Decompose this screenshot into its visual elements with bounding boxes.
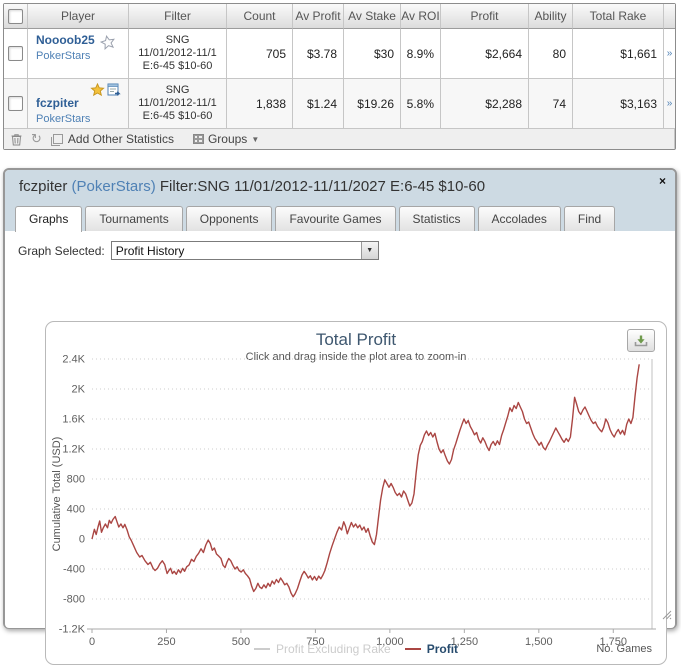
col-header-profit[interactable]: Profit (441, 4, 529, 29)
filter-cell: SNG 11/01/2012-11/1 E:6-45 $10-60 (129, 79, 227, 129)
add-statistics-icon (53, 134, 63, 144)
col-header-ability[interactable]: Ability (529, 4, 573, 29)
popup-tabs: Graphs Tournaments Opponents Favourite G… (5, 205, 675, 231)
legend-item-profit-excluding-rake[interactable]: Profit Excluding Rake (254, 642, 391, 656)
select-all-cell (4, 4, 28, 29)
delete-icon[interactable] (11, 133, 22, 146)
row2-checkbox[interactable] (8, 96, 23, 111)
tab-statistics[interactable]: Statistics (399, 206, 475, 231)
col-header-count[interactable]: Count (227, 4, 293, 29)
av-roi-cell: 8.9% (401, 29, 441, 79)
y-tick-label: -1.2K (59, 624, 86, 636)
table-footer: ↻ Add Other Statistics Groups ▼ (4, 129, 675, 149)
ability-cell: 74 (529, 79, 573, 129)
legend-label: Profit Excluding Rake (276, 642, 391, 656)
groups-icon (193, 134, 204, 144)
y-tick-label: 2K (72, 384, 86, 396)
col-header-av-stake[interactable]: Av Stake (344, 4, 401, 29)
tab-favourite-games[interactable]: Favourite Games (275, 206, 395, 231)
filter-cell: SNG 11/01/2012-11/1 E:6-45 $10-60 (129, 29, 227, 79)
chart-plot-area[interactable]: 2.4K2K1.6K1.2K8004000-400-800-1.2K025050… (46, 322, 666, 664)
profit-cell: $2,288 (441, 79, 529, 129)
popup-title-site[interactable]: (PokerStars) (72, 178, 156, 195)
legend-label: Profit (427, 642, 458, 656)
refresh-icon[interactable]: ↻ (31, 131, 42, 147)
popup-titlebar: fczpiter (PokerStars) Filter:SNG 11/01/2… (5, 170, 675, 205)
player-cell: fczpiter PokerStars (28, 79, 129, 129)
count-cell: 1,838 (227, 79, 293, 129)
y-tick-label: 1.6K (62, 414, 85, 426)
tab-opponents[interactable]: Opponents (186, 206, 273, 231)
tab-accolades[interactable]: Accolades (478, 206, 561, 231)
y-tick-label: 800 (67, 474, 85, 486)
export-schedule-icon[interactable] (107, 83, 122, 100)
legend-item-profit[interactable]: Profit (405, 642, 458, 656)
col-header-av-roi[interactable]: Av ROI (401, 4, 441, 29)
col-header-filter[interactable]: Filter (129, 4, 227, 29)
player-cell: Noooob25 PokerStars (28, 29, 129, 79)
tab-tournaments[interactable]: Tournaments (85, 206, 182, 231)
tab-graphs[interactable]: Graphs (15, 206, 82, 232)
col-header-player[interactable]: Player (28, 4, 129, 29)
legend-line-sample (405, 648, 421, 650)
select-dropdown-button[interactable]: ▼ (361, 242, 378, 259)
chevron-down-icon: ▼ (251, 135, 259, 144)
profit-cell: $2,664 (441, 29, 529, 79)
row-expand-link[interactable]: » (664, 29, 675, 79)
popup-title: fczpiter (PokerStars) Filter:SNG 11/01/2… (19, 178, 485, 195)
player-detail-window: fczpiter (PokerStars) Filter:SNG 11/01/2… (3, 168, 677, 629)
star-outline-icon[interactable] (100, 35, 116, 53)
y-tick-label: -400 (63, 564, 85, 576)
count-cell: 705 (227, 29, 293, 79)
legend-line-sample (254, 648, 270, 650)
av-profit-cell: $3.78 (293, 29, 344, 79)
chart-legend: Profit Excluding Rake Profit (46, 642, 666, 656)
site-label[interactable]: PokerStars (36, 113, 124, 125)
close-icon[interactable]: × (659, 175, 666, 187)
player-stats-table: Player Filter Count Av Profit Av Stake A… (3, 3, 676, 150)
y-tick-label: 400 (67, 504, 85, 516)
tab-find[interactable]: Find (564, 206, 615, 231)
av-roi-cell: 5.8% (401, 79, 441, 129)
total-rake-cell: $3,163 (573, 79, 664, 129)
profit-chart[interactable]: Total Profit Click and drag inside the p… (45, 321, 667, 665)
select-all-checkbox[interactable] (8, 9, 23, 24)
row-expand-link[interactable]: » (664, 79, 675, 129)
player-link[interactable]: Noooob25 (36, 33, 95, 47)
y-tick-label: 2.4K (62, 354, 85, 366)
y-tick-label: 1.2K (62, 444, 85, 456)
graph-type-select[interactable]: Profit History ▼ (111, 241, 379, 260)
series-profit (92, 364, 639, 597)
col-header-spacer (664, 4, 675, 29)
av-profit-cell: $1.24 (293, 79, 344, 129)
star-gold-icon[interactable] (90, 83, 105, 100)
resize-grip-icon[interactable] (661, 607, 672, 625)
row1-checkbox[interactable] (8, 46, 23, 61)
y-tick-label: 0 (79, 534, 85, 546)
x-axis-title: No. Games (596, 643, 652, 655)
col-header-av-profit[interactable]: Av Profit (293, 4, 344, 29)
av-stake-cell: $30 (344, 29, 401, 79)
total-rake-cell: $1,661 (573, 29, 664, 79)
player-link[interactable]: fczpiter (36, 96, 79, 110)
groups-button[interactable]: Groups ▼ (193, 132, 259, 146)
y-tick-label: -800 (63, 594, 85, 606)
graph-selected-label: Graph Selected: (18, 244, 105, 258)
av-stake-cell: $19.26 (344, 79, 401, 129)
ability-cell: 80 (529, 29, 573, 79)
col-header-total-rake[interactable]: Total Rake (573, 4, 664, 29)
add-other-statistics-button[interactable]: Add Other Statistics (51, 132, 174, 146)
